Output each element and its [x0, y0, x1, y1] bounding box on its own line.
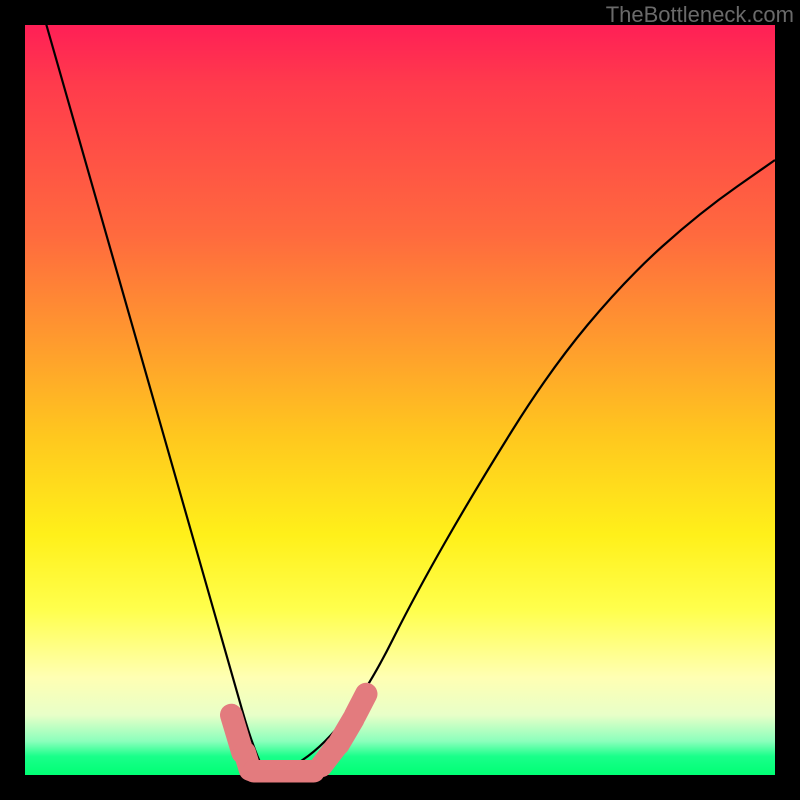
curve-layer — [25, 25, 775, 775]
pill-markers — [231, 694, 366, 771]
watermark-text: TheBottleneck.com — [606, 2, 794, 28]
plot-area — [25, 25, 775, 775]
bottleneck-curve — [25, 0, 775, 775]
chart-frame: TheBottleneck.com — [0, 0, 800, 800]
